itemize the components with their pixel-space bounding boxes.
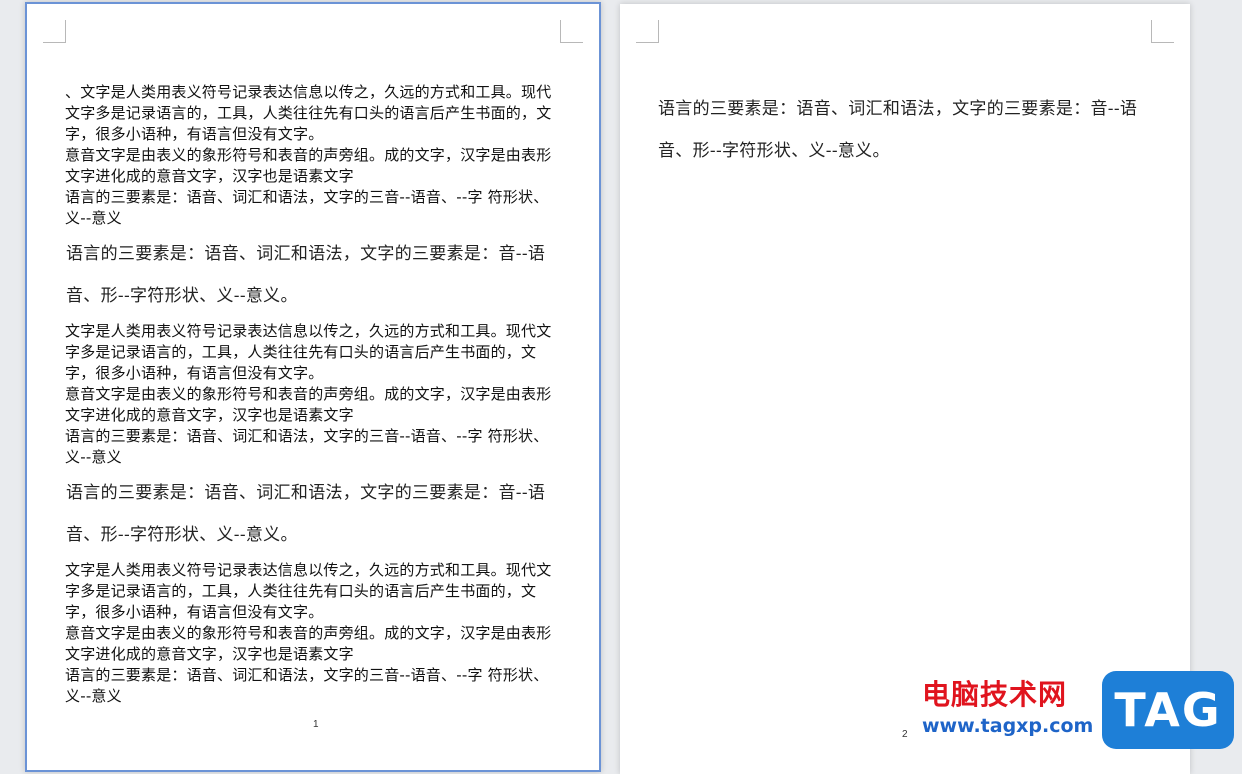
paragraph[interactable]: 意音文字是由表义的象形符号和表音的声旁组。成的文字，汉字是由表形文字进化成的意音…: [65, 145, 561, 187]
logo-text: TAG: [1114, 683, 1222, 737]
watermark-title: 电脑技术网: [922, 678, 1068, 711]
paragraph[interactable]: 文字是人类用表义符号记录表达信息以传之，久远的方式和工具。现代文字多是记录语言的…: [65, 321, 561, 384]
margin-corner-mark: [1151, 20, 1174, 43]
page-1-text-body[interactable]: 、文字是人类用表义符号记录表达信息以传之，久远的方式和工具。现代文字多是记录语言…: [65, 82, 561, 707]
document-page-1[interactable]: 、文字是人类用表义符号记录表达信息以传之，久远的方式和工具。现代文字多是记录语言…: [25, 2, 601, 772]
site-watermark: 电脑技术网 www.tagxp.com TAG: [922, 671, 1234, 751]
paragraph[interactable]: 语言的三要素是：语音、词汇和语法，文字的三要素是：音--语音、形--字符形状、义…: [66, 233, 561, 317]
page-2-text-body[interactable]: 语言的三要素是：语音、词汇和语法，文字的三要素是：音--语音、形--字符形状、义…: [657, 88, 1150, 172]
paragraph[interactable]: 语言的三要素是：语音、词汇和语法，文字的三音--语音、--字 符形状、义--意义: [65, 665, 561, 707]
margin-corner-mark: [43, 20, 66, 43]
watermark-url: www.tagxp.com: [922, 715, 1094, 737]
document-workspace: 、文字是人类用表义符号记录表达信息以传之，久远的方式和工具。现代文字多是记录语言…: [0, 0, 1242, 774]
paragraph[interactable]: 文字是人类用表义符号记录表达信息以传之，久远的方式和工具。现代文字多是记录语言的…: [65, 560, 561, 623]
paragraph[interactable]: 意音文字是由表义的象形符号和表音的声旁组。成的文字，汉字是由表形文字进化成的意音…: [65, 623, 561, 665]
paragraph[interactable]: 、文字是人类用表义符号记录表达信息以传之，久远的方式和工具。现代文字多是记录语言…: [65, 82, 561, 145]
paragraph[interactable]: 语言的三要素是：语音、词汇和语法，文字的三要素是：音--语音、形--字符形状、义…: [66, 472, 561, 556]
document-page-2[interactable]: 语言的三要素是：语音、词汇和语法，文字的三要素是：音--语音、形--字符形状、义…: [620, 4, 1190, 774]
tag-logo-icon: TAG: [1102, 671, 1234, 749]
paragraph[interactable]: 语言的三要素是：语音、词汇和语法，文字的三音--语音、--字 符形状、义--意义: [65, 187, 561, 229]
margin-corner-mark: [560, 20, 583, 43]
page-number: 1: [313, 719, 319, 730]
paragraph[interactable]: 语言的三要素是：语音、词汇和语法，文字的三音--语音、--字 符形状、义--意义: [65, 426, 561, 468]
margin-corner-mark: [636, 20, 659, 43]
paragraph[interactable]: 语言的三要素是：语音、词汇和语法，文字的三要素是：音--语音、形--字符形状、义…: [658, 88, 1150, 172]
paragraph[interactable]: 意音文字是由表义的象形符号和表音的声旁组。成的文字，汉字是由表形文字进化成的意音…: [65, 384, 561, 426]
page-number: 2: [902, 729, 908, 740]
